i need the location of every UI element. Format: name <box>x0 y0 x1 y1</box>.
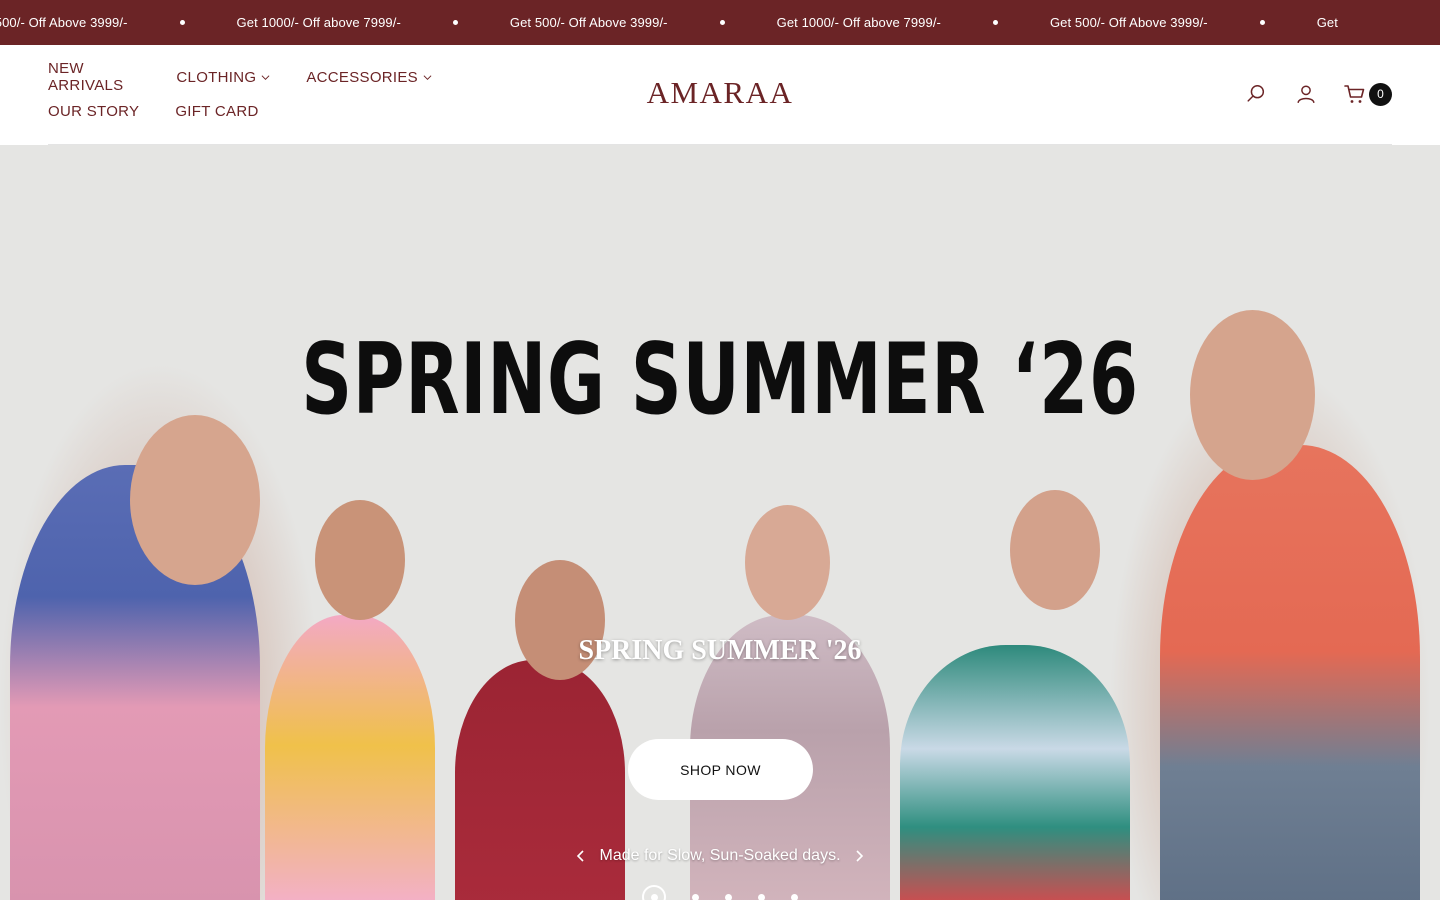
model-face <box>1010 490 1100 610</box>
prev-slide-button[interactable] <box>573 848 589 864</box>
announcement-text: Get 500/- Off Above 3999/- <box>509 15 668 30</box>
separator-dot <box>1259 20 1265 25</box>
slide-tagline: Made for Slow, Sun-Soaked days. <box>599 847 841 864</box>
slide-dot-1[interactable] <box>642 885 666 900</box>
search-icon <box>1247 85 1265 102</box>
hero-slideshow: SPRING SUMMER ‘26 SPRING SUMMER '26 SHOP… <box>0 145 1440 900</box>
announcement-track: et 500/- Off Above 3999/- Get 1000/- Off… <box>0 0 1338 45</box>
announcement-item: Get 1000/- Off above 7999/- <box>777 15 1050 30</box>
separator-dot <box>452 20 458 25</box>
announcement-text: Get <box>1316 15 1338 30</box>
shop-now-button[interactable]: SHOP NOW <box>628 739 813 800</box>
hero-image-headline: SPRING SUMMER ‘26 <box>301 323 1139 437</box>
model-face <box>315 500 405 620</box>
announcement-item: Get 500/- Off Above 3999/- <box>1050 15 1317 30</box>
next-slide-button[interactable] <box>851 848 867 864</box>
cart-count-badge: 0 <box>1369 82 1392 106</box>
slide-dot-2[interactable] <box>692 893 699 900</box>
slide-dot-4[interactable] <box>758 893 765 900</box>
account-button[interactable] <box>1293 81 1319 107</box>
hero-title: SPRING SUMMER '26 <box>578 635 862 666</box>
slide-caption: Made for Slow, Sun-Soaked days. <box>0 847 1440 865</box>
model-face <box>130 415 260 585</box>
announcement-text: Get 500/- Off Above 3999/- <box>1049 15 1208 30</box>
slide-dot-3[interactable] <box>725 893 732 900</box>
separator-dot <box>719 20 725 25</box>
announcement-bar: et 500/- Off Above 3999/- Get 1000/- Off… <box>0 0 1440 45</box>
cart-icon <box>1344 85 1365 103</box>
slide-dot-5[interactable] <box>791 893 798 900</box>
separator-dot <box>992 20 998 25</box>
announcement-text: et 500/- Off Above 3999/- <box>0 15 128 30</box>
announcement-item: et 500/- Off Above 3999/- <box>0 15 237 30</box>
announcement-item: Get 500/- Off Above 3999/- <box>510 15 777 30</box>
model-face <box>745 505 830 620</box>
site-header: NEW ARRIVALS CLOTHING ACCESSORIES OUR ST… <box>0 45 1440 145</box>
announcement-item: Get 1000/- Off above 7999/- <box>237 15 510 30</box>
announcement-text: Get 1000/- Off above 7999/- <box>776 15 941 30</box>
search-button[interactable] <box>1243 81 1269 107</box>
separator-dot <box>179 20 185 25</box>
announcement-text: Get 1000/- Off above 7999/- <box>236 15 401 30</box>
header-actions: 0 <box>1219 81 1392 107</box>
announcement-item: Get <box>1317 15 1338 30</box>
cart-button[interactable]: 0 <box>1343 82 1392 106</box>
chevron-right-icon <box>855 850 863 862</box>
model-figure <box>1160 445 1420 900</box>
chevron-left-icon <box>577 850 585 862</box>
user-icon <box>1297 85 1315 103</box>
slide-pagination <box>0 885 1440 900</box>
